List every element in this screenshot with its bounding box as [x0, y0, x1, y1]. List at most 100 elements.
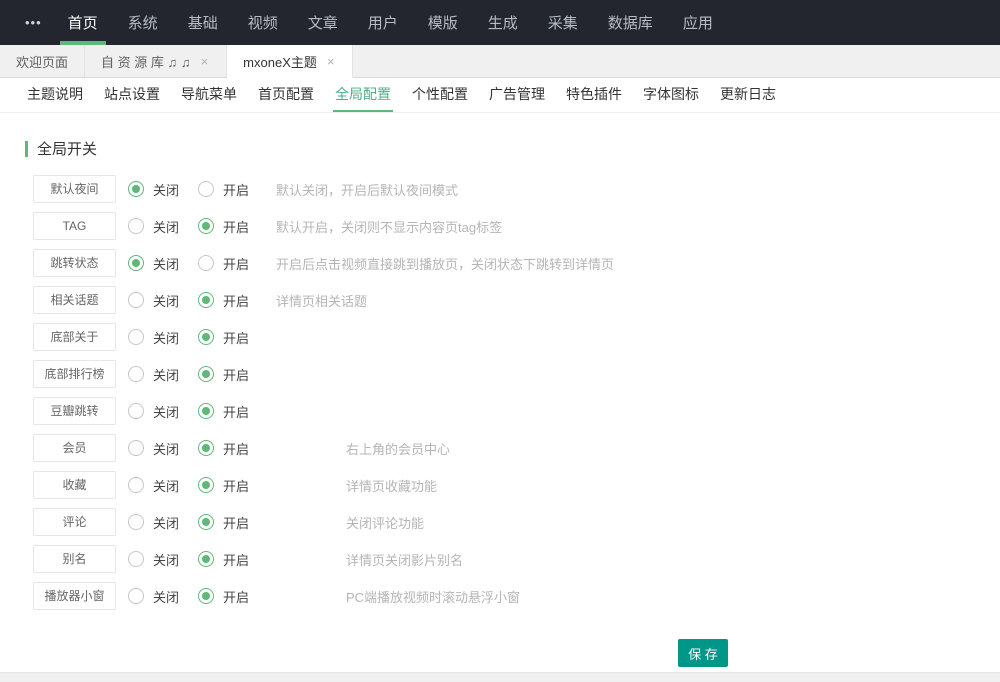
tab-personal-config[interactable]: 个性配置	[410, 78, 470, 112]
nav-item-video[interactable]: 视频	[242, 0, 284, 45]
close-icon[interactable]: ×	[199, 53, 211, 70]
radio-on-option[interactable]: 开启	[198, 365, 268, 384]
radio-off-option[interactable]: 关闭	[128, 180, 198, 199]
radio-circle-icon	[198, 403, 214, 419]
radio-off-label: 关闭	[153, 291, 179, 310]
tab-site-settings[interactable]: 站点设置	[102, 78, 162, 112]
radio-circle-icon	[198, 255, 214, 271]
radio-on-option[interactable]: 开启	[198, 587, 268, 606]
radio-off-option[interactable]: 关闭	[128, 513, 198, 532]
radio-on-option[interactable]: 开启	[198, 217, 268, 236]
tab-ad-management[interactable]: 广告管理	[487, 78, 547, 112]
radio-circle-icon	[198, 292, 214, 308]
setting-label-button[interactable]: 播放器小窗	[33, 582, 116, 610]
tab-theme-intro[interactable]: 主题说明	[25, 78, 85, 112]
radio-on-option[interactable]: 开启	[198, 513, 268, 532]
radio-circle-icon	[198, 329, 214, 345]
setting-label-button[interactable]: 收藏	[33, 471, 116, 499]
radio-on-option[interactable]: 开启	[198, 439, 268, 458]
radio-circle-icon	[198, 366, 214, 382]
tab-mxonex-theme-label: mxoneX主题	[243, 52, 317, 71]
radio-off-option[interactable]: 关闭	[128, 217, 198, 236]
radio-circle-icon	[128, 366, 144, 382]
close-icon[interactable]: ×	[325, 53, 337, 70]
radio-circle-icon	[128, 255, 144, 271]
nav-item-system[interactable]: 系统	[122, 0, 164, 45]
setting-label-button[interactable]: 别名	[33, 545, 116, 573]
more-menu-icon[interactable]: •••	[25, 0, 42, 45]
setting-label-button[interactable]: TAG	[33, 212, 116, 240]
tab-welcome[interactable]: 欢迎页面	[0, 45, 85, 77]
radio-on-label: 开启	[223, 439, 249, 458]
setting-label-button[interactable]: 底部关于	[33, 323, 116, 351]
radio-off-label: 关闭	[153, 550, 179, 569]
radio-off-option[interactable]: 关闭	[128, 476, 198, 495]
radio-on-label: 开启	[223, 587, 249, 606]
top-navbar: ••• 首页 系统 基础 视频 文章 用户 模版 生成 采集 数据库 应用	[0, 0, 1000, 45]
tab-resource-library[interactable]: 自 资 源 库 ♫ ♫ ×	[85, 45, 227, 77]
radio-off-option[interactable]: 关闭	[128, 254, 198, 273]
radio-on-option[interactable]: 开启	[198, 328, 268, 347]
radio-off-option[interactable]: 关闭	[128, 587, 198, 606]
radio-on-label: 开启	[223, 291, 249, 310]
config-tabs: 主题说明 站点设置 导航菜单 首页配置 全局配置 个性配置 广告管理 特色插件 …	[0, 78, 1000, 113]
nav-item-home[interactable]: 首页	[62, 0, 104, 45]
tab-global-config[interactable]: 全局配置	[333, 78, 393, 112]
nav-item-template[interactable]: 模版	[422, 0, 464, 45]
setting-description: 详情页相关话题	[276, 291, 367, 310]
nav-item-generate[interactable]: 生成	[482, 0, 524, 45]
setting-row-tag: TAG 关闭 开启 默认开启，关闭则不显示内容页tag标签	[0, 212, 1000, 240]
nav-item-basic[interactable]: 基础	[182, 0, 224, 45]
tab-featured-plugins[interactable]: 特色插件	[564, 78, 624, 112]
tab-nav-menu[interactable]: 导航菜单	[179, 78, 239, 112]
radio-off-label: 关闭	[153, 328, 179, 347]
radio-off-label: 关闭	[153, 365, 179, 384]
setting-label-button[interactable]: 豆瓣跳转	[33, 397, 116, 425]
radio-on-option[interactable]: 开启	[198, 402, 268, 421]
save-button[interactable]: 保 存	[678, 639, 728, 667]
radio-off-option[interactable]: 关闭	[128, 439, 198, 458]
nav-item-database[interactable]: 数据库	[602, 0, 659, 45]
radio-on-option[interactable]: 开启	[198, 254, 268, 273]
nav-item-app[interactable]: 应用	[677, 0, 719, 45]
setting-row-mini-player: 播放器小窗 关闭 开启 PC端播放视频时滚动悬浮小窗	[0, 582, 1000, 610]
tab-home-config[interactable]: 首页配置	[256, 78, 316, 112]
window-tabbar: 欢迎页面 自 资 源 库 ♫ ♫ × mxoneX主题 ×	[0, 45, 1000, 78]
radio-off-option[interactable]: 关闭	[128, 402, 198, 421]
radio-off-label: 关闭	[153, 587, 179, 606]
setting-label-button[interactable]: 相关话题	[33, 286, 116, 314]
nav-item-article[interactable]: 文章	[302, 0, 344, 45]
setting-description: 关闭评论功能	[346, 513, 424, 532]
setting-description: 详情页关闭影片别名	[346, 550, 463, 569]
tab-font-icons[interactable]: 字体图标	[641, 78, 701, 112]
admin-screen: ••• 首页 系统 基础 视频 文章 用户 模版 生成 采集 数据库 应用 欢迎…	[0, 0, 1000, 682]
setting-row-jump-state: 跳转状态 关闭 开启 开启后点击视频直接跳到播放页，关闭状态下跳转到详情页	[0, 249, 1000, 277]
radio-on-option[interactable]: 开启	[198, 550, 268, 569]
nav-item-collect[interactable]: 采集	[542, 0, 584, 45]
tab-changelog[interactable]: 更新日志	[718, 78, 778, 112]
radio-circle-icon	[128, 403, 144, 419]
setting-description: 右上角的会员中心	[346, 439, 450, 458]
radio-on-label: 开启	[223, 254, 249, 273]
radio-off-option[interactable]: 关闭	[128, 365, 198, 384]
radio-off-option[interactable]: 关闭	[128, 291, 198, 310]
setting-label-button[interactable]: 跳转状态	[33, 249, 116, 277]
title-accent-bar	[25, 141, 28, 157]
setting-label-button[interactable]: 会员	[33, 434, 116, 462]
radio-off-option[interactable]: 关闭	[128, 550, 198, 569]
radio-circle-icon	[198, 181, 214, 197]
radio-circle-icon	[128, 181, 144, 197]
radio-on-option[interactable]: 开启	[198, 476, 268, 495]
setting-label-button[interactable]: 底部排行榜	[33, 360, 116, 388]
setting-label-button[interactable]: 默认夜间	[33, 175, 116, 203]
radio-on-option[interactable]: 开启	[198, 291, 268, 310]
tab-welcome-label: 欢迎页面	[16, 52, 68, 71]
radio-on-label: 开启	[223, 328, 249, 347]
tab-mxonex-theme[interactable]: mxoneX主题 ×	[227, 45, 353, 78]
radio-off-label: 关闭	[153, 254, 179, 273]
setting-label-button[interactable]: 评论	[33, 508, 116, 536]
nav-item-user[interactable]: 用户	[362, 0, 404, 45]
radio-on-label: 开启	[223, 365, 249, 384]
radio-on-option[interactable]: 开启	[198, 180, 268, 199]
radio-off-option[interactable]: 关闭	[128, 328, 198, 347]
